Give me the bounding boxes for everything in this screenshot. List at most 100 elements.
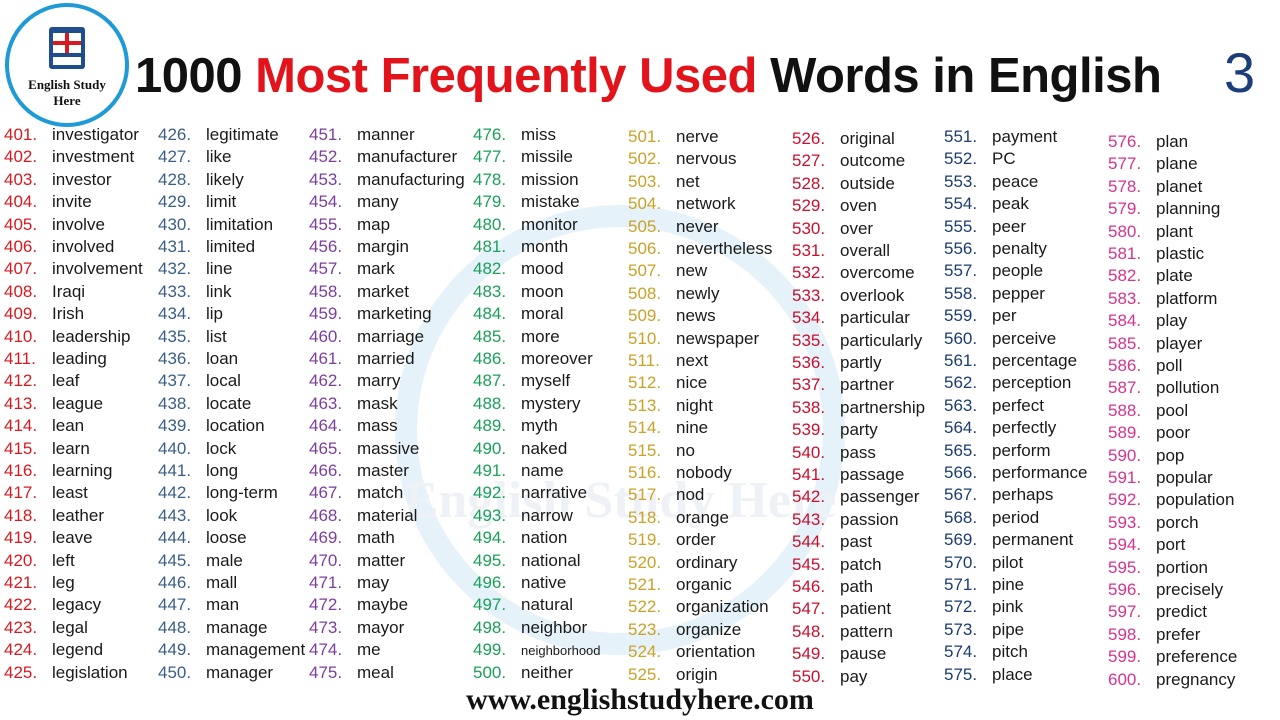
word-number: 407.	[4, 259, 38, 279]
word-entry: 491. name	[473, 460, 564, 482]
word-entry: 597. predict	[1108, 601, 1207, 623]
word-text: percentage	[992, 351, 1078, 370]
word-entry: 517. nod	[628, 484, 704, 506]
word-entry: 469. math	[309, 527, 395, 549]
word-number: 463.	[309, 393, 343, 413]
word-text: matter	[357, 550, 406, 570]
word-entry: 533. overlook	[792, 285, 904, 307]
word-number: 542.	[792, 487, 826, 507]
word-entry: 555. peer	[944, 216, 1026, 238]
word-number: 509.	[628, 306, 662, 326]
word-entry: 424. legend	[4, 639, 103, 661]
word-entry: 549. pause	[792, 643, 886, 665]
word-number: 419.	[4, 528, 38, 548]
word-entry: 585. player	[1108, 333, 1202, 355]
word-entry: 529. oven	[792, 195, 877, 217]
word-entry: 417. least	[4, 482, 88, 504]
word-number: 581.	[1108, 244, 1142, 263]
word-text: myth	[521, 416, 558, 436]
word-text: nine	[676, 418, 709, 438]
word-entry: 523. organize	[628, 619, 741, 641]
word-text: manufacturing	[357, 169, 465, 189]
word-entry: 569. permanent	[944, 529, 1073, 551]
word-number: 454.	[309, 192, 343, 212]
word-entry: 578. planet	[1108, 176, 1202, 198]
word-entry: 522. organization	[628, 596, 769, 618]
word-number: 430.	[158, 214, 192, 234]
word-number: 481.	[473, 237, 507, 256]
word-number: 465.	[309, 438, 343, 458]
word-text: passage	[840, 465, 905, 484]
word-number: 502.	[628, 149, 662, 169]
word-entry: 502. nervous	[628, 148, 736, 170]
word-text: path	[840, 577, 874, 596]
word-entry: 545. patch	[792, 554, 882, 576]
word-number: 536.	[792, 353, 826, 372]
word-text: limited	[206, 237, 256, 256]
word-text: neighborhood	[521, 643, 601, 659]
word-number: 576.	[1108, 132, 1142, 151]
word-entry: 495. national	[473, 550, 581, 572]
word-entry: 524. orientation	[628, 641, 755, 663]
word-entry: 405. involve	[4, 214, 105, 236]
word-entry: 445. male	[158, 550, 243, 572]
word-number: 592.	[1108, 490, 1142, 510]
word-number: 451.	[309, 125, 343, 144]
word-entry: 439. location	[158, 415, 265, 437]
word-text: nobody	[676, 463, 732, 482]
word-entry: 428. likely	[158, 169, 244, 191]
word-entry: 510. newspaper	[628, 328, 759, 350]
word-text: pine	[992, 575, 1025, 594]
word-entry: 504. network	[628, 193, 736, 215]
word-entry: 479. mistake	[473, 191, 580, 213]
word-number: 494.	[473, 528, 507, 548]
word-text: league	[52, 393, 104, 413]
word-text: per	[992, 306, 1017, 326]
word-text: manner	[357, 125, 415, 144]
word-number: 513.	[628, 395, 662, 415]
word-text: people	[992, 261, 1044, 281]
word-number: 404.	[4, 192, 38, 212]
word-text: patient	[840, 599, 892, 619]
word-number: 559.	[944, 306, 978, 326]
word-text: mission	[521, 169, 579, 189]
word-number: 514.	[628, 418, 662, 438]
word-text: plane	[1156, 154, 1198, 174]
word-entry: 560. perceive	[944, 328, 1056, 350]
word-number: 584.	[1108, 311, 1142, 331]
word-text: penalty	[992, 239, 1047, 258]
word-entry: 427. like	[158, 146, 232, 168]
word-number: 597.	[1108, 602, 1142, 622]
word-number: 566.	[944, 463, 978, 482]
word-number: 497.	[473, 595, 507, 615]
word-entry: 468. material	[309, 505, 417, 527]
word-number: 596.	[1108, 580, 1142, 599]
word-entry: 521. organic	[628, 574, 732, 596]
word-entry: 432. line	[158, 258, 232, 280]
word-text: performance	[992, 463, 1088, 482]
word-number: 564.	[944, 418, 978, 438]
word-entry: 594. port	[1108, 534, 1185, 556]
word-number: 518.	[628, 507, 662, 527]
word-number: 554.	[944, 194, 978, 214]
word-number: 591.	[1108, 468, 1142, 487]
word-number: 541.	[792, 465, 826, 484]
word-text: plastic	[1156, 244, 1205, 263]
word-entry: 592. population	[1108, 489, 1234, 511]
word-number: 485.	[473, 326, 507, 346]
word-number: 442.	[158, 483, 192, 503]
word-text: manager	[206, 662, 274, 682]
book-flag-icon	[49, 27, 85, 69]
word-text: player	[1156, 333, 1203, 353]
word-text: partly	[840, 353, 882, 372]
word-number: 493.	[473, 505, 507, 525]
word-entry: 499. neighborhood	[473, 639, 601, 662]
word-entry: 449. management	[158, 639, 305, 661]
word-number: 588.	[1108, 400, 1142, 420]
word-entry: 544. past	[792, 531, 872, 553]
word-number: 520.	[628, 552, 662, 572]
word-text: partnership	[840, 397, 926, 417]
word-text: peace	[992, 171, 1039, 191]
word-number: 469.	[309, 528, 343, 548]
word-number: 560.	[944, 328, 978, 348]
